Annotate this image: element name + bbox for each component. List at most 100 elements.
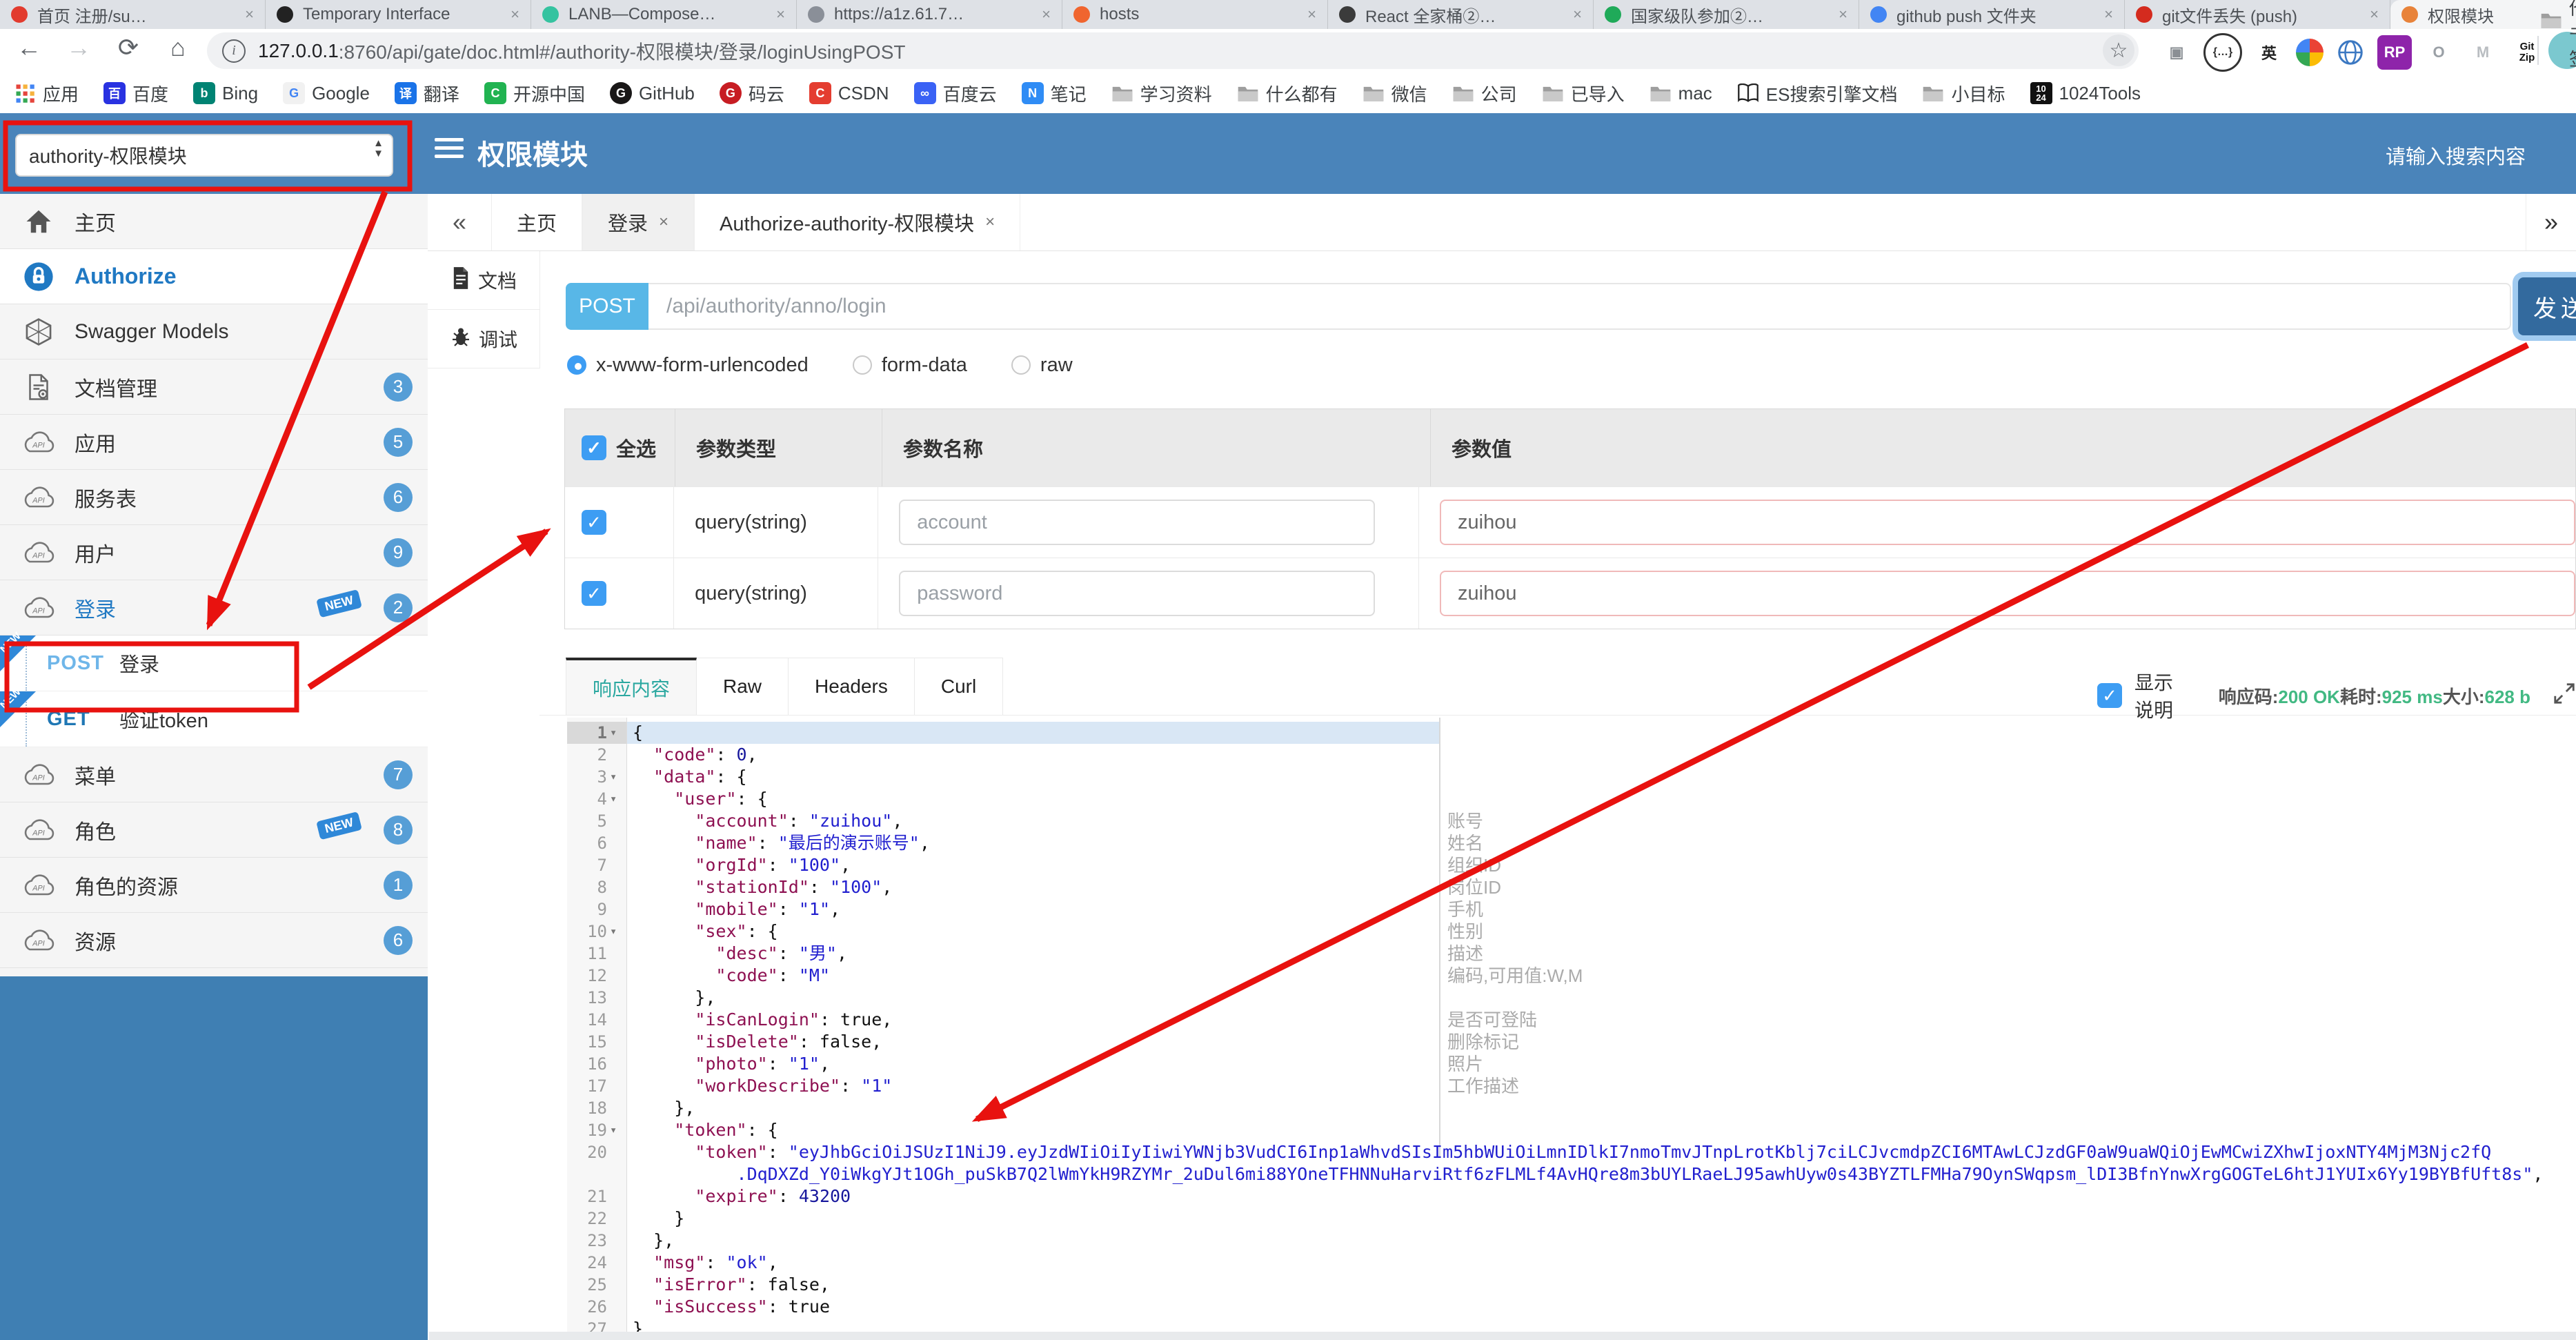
sidebar-endpoint-get[interactable]: NEW GET 验证token: [0, 686, 428, 747]
forward-icon[interactable]: →: [61, 33, 97, 62]
braces-icon[interactable]: {…}: [2203, 33, 2242, 72]
tab-close-icon[interactable]: ×: [511, 6, 519, 23]
param-name-input[interactable]: password: [899, 571, 1376, 616]
tab-close-icon[interactable]: ×: [1573, 6, 1582, 23]
bookmark-item[interactable]: 小目标: [1922, 81, 2005, 106]
browser-tab[interactable]: 国家级队参加②… ×: [1594, 0, 1859, 29]
fullscreen-icon[interactable]: [2553, 682, 2576, 710]
sidebar-item-菜单[interactable]: API 菜单 7: [0, 747, 428, 802]
expand-tabs-icon[interactable]: »: [2526, 194, 2576, 250]
bookmark-item[interactable]: 公司: [1452, 81, 1517, 106]
tab-close-icon[interactable]: ×: [659, 213, 668, 232]
request-url-input[interactable]: /api/authority/anno/login: [648, 283, 2511, 330]
chrome-colorful-icon[interactable]: [2296, 39, 2324, 66]
tab-close-icon[interactable]: ×: [1042, 6, 1051, 23]
sidebar-item-Swagger Models[interactable]: Swagger Models: [0, 304, 428, 359]
bodytype-radio-raw[interactable]: raw: [1011, 354, 1073, 377]
bookmark-item[interactable]: 微信: [1363, 81, 1427, 106]
header-search-placeholder[interactable]: 请输入搜索内容: [2386, 141, 2526, 170]
tab-close-icon[interactable]: ×: [245, 6, 254, 23]
gitzip-icon[interactable]: Git Zip: [2510, 35, 2544, 70]
mini-tab-调试[interactable]: 调试: [428, 310, 539, 368]
translate-en-icon[interactable]: 英: [2252, 35, 2286, 70]
browser-tab[interactable]: git文件丢失 (push) ×: [2125, 0, 2390, 29]
param-value-input[interactable]: zuihou: [1440, 500, 2575, 545]
bookmark-item[interactable]: 百百度: [103, 81, 168, 106]
extension-page-icon[interactable]: ▣: [2159, 35, 2194, 70]
menu-icon[interactable]: [435, 138, 464, 163]
fold-arrow-icon[interactable]: ▾: [610, 788, 617, 810]
module-select[interactable]: authority-权限模块 ▲ ▼: [15, 134, 393, 177]
send-button[interactable]: 发送: [2518, 277, 2576, 335]
collapse-tabs-icon[interactable]: «: [428, 194, 491, 250]
bookmark-item[interactable]: 学习资料: [1111, 81, 1212, 106]
param-name-input[interactable]: account: [899, 500, 1376, 545]
bookmark-item[interactable]: N 笔记: [1021, 81, 1087, 106]
doc-tab-登录[interactable]: 登录 ×: [582, 194, 695, 250]
horizontal-scrollbar[interactable]: [429, 1332, 2576, 1340]
fold-arrow-icon[interactable]: ▾: [610, 920, 617, 943]
bookmark-item[interactable]: 已导入: [1542, 81, 1625, 106]
doc-tab-Authorize-authority-权限模块[interactable]: Authorize-authority-权限模块 ×: [694, 194, 1021, 250]
fold-arrow-icon[interactable]: ▾: [610, 1119, 617, 1141]
bookmark-item[interactable]: G 码云: [719, 81, 784, 106]
sidebar-item-角色的资源[interactable]: API 角色的资源 1: [0, 858, 428, 913]
bookmark-star-icon[interactable]: ☆: [2103, 35, 2134, 66]
globe-icon[interactable]: [2333, 35, 2368, 70]
bookmark-item[interactable]: ES搜索引擎文档: [1737, 81, 1897, 106]
show-desc-checkbox[interactable]: ✓: [2097, 683, 2122, 708]
row-checkbox[interactable]: ✓: [582, 510, 606, 535]
bookmark-item[interactable]: b Bing: [193, 82, 258, 104]
browser-tab[interactable]: LANB—Compose… ×: [531, 0, 797, 29]
bodytype-radio-form-data[interactable]: form-data: [852, 354, 967, 377]
m-chevron-icon[interactable]: M: [2466, 35, 2500, 70]
browser-tab[interactable]: React 全家桶②… ×: [1328, 0, 1594, 29]
tab-close-icon[interactable]: ×: [2370, 6, 2379, 23]
mini-tab-文档[interactable]: 文档: [428, 251, 539, 310]
sidebar-item-文档管理[interactable]: 文档管理 3: [0, 359, 428, 415]
response-tab-Headers[interactable]: Headers: [789, 658, 915, 716]
sidebar-item-Authorize[interactable]: Authorize: [0, 249, 428, 304]
reload-icon[interactable]: ⟳: [110, 33, 146, 62]
param-value-input[interactable]: zuihou: [1440, 571, 2575, 616]
browser-tab[interactable]: hosts ×: [1062, 0, 1328, 29]
sidebar-item-应用[interactable]: API 应用 5: [0, 415, 428, 470]
sidebar-item-服务表[interactable]: API 服务表 6: [0, 470, 428, 525]
select-all-checkbox[interactable]: ✓: [582, 435, 606, 460]
fold-arrow-icon[interactable]: ▾: [610, 722, 617, 744]
bookmark-item[interactable]: ∞ 百度云: [913, 81, 997, 106]
page-info-icon[interactable]: i: [222, 39, 246, 63]
bookmark-item[interactable]: mac: [1649, 82, 1712, 104]
back-icon[interactable]: ←: [11, 33, 47, 62]
home-icon[interactable]: ⌂: [160, 33, 196, 62]
bodytype-radio-x-www-form-urlencoded[interactable]: x-www-form-urlencoded: [567, 354, 809, 377]
bookmark-item[interactable]: 应用: [14, 81, 79, 106]
browser-tab[interactable]: https://a1z.61.7… ×: [797, 0, 1062, 29]
bookmark-item[interactable]: G GitHub: [609, 82, 695, 104]
tab-close-icon[interactable]: ×: [776, 6, 785, 23]
response-tab-响应内容[interactable]: 响应内容: [566, 658, 697, 716]
response-tab-Curl[interactable]: Curl: [914, 658, 1004, 716]
sidebar-item-主页[interactable]: 主页: [0, 194, 428, 249]
sidebar-item-登录[interactable]: API 登录 NEW 2: [0, 580, 428, 635]
tab-close-icon[interactable]: ×: [1839, 6, 1847, 23]
bookmark-item[interactable]: 什么都有: [1237, 81, 1338, 106]
row-checkbox[interactable]: ✓: [582, 581, 606, 606]
sidebar-endpoint-post[interactable]: NEW POST 登录: [0, 630, 428, 691]
tab-close-icon[interactable]: ×: [985, 213, 995, 232]
tab-close-icon[interactable]: ×: [2104, 6, 2113, 23]
doc-tab-主页[interactable]: 主页: [491, 194, 583, 250]
bookmark-item[interactable]: C 开源中国: [484, 81, 585, 106]
bookmark-item[interactable]: C CSDN: [809, 82, 889, 104]
browser-tab[interactable]: Temporary Interface ×: [266, 0, 531, 29]
bookmark-item[interactable]: 译翻译: [394, 81, 459, 106]
sidebar-item-角色[interactable]: API 角色 NEW 8: [0, 802, 428, 858]
browser-tab[interactable]: 首页 注册/su… ×: [0, 0, 266, 29]
response-tab-Raw[interactable]: Raw: [697, 658, 789, 716]
address-bar[interactable]: i 127.0.0.1:8760/api/gate/doc.html#/auth…: [207, 32, 2139, 69]
bookmark-item[interactable]: 10 24 1024Tools: [2030, 82, 2141, 104]
tab-close-icon[interactable]: ×: [1307, 6, 1316, 23]
bookmark-item[interactable]: G Google: [283, 82, 370, 104]
browser-tab[interactable]: github push 文件夹 ×: [1859, 0, 2125, 29]
rp-icon[interactable]: RP: [2377, 35, 2412, 70]
